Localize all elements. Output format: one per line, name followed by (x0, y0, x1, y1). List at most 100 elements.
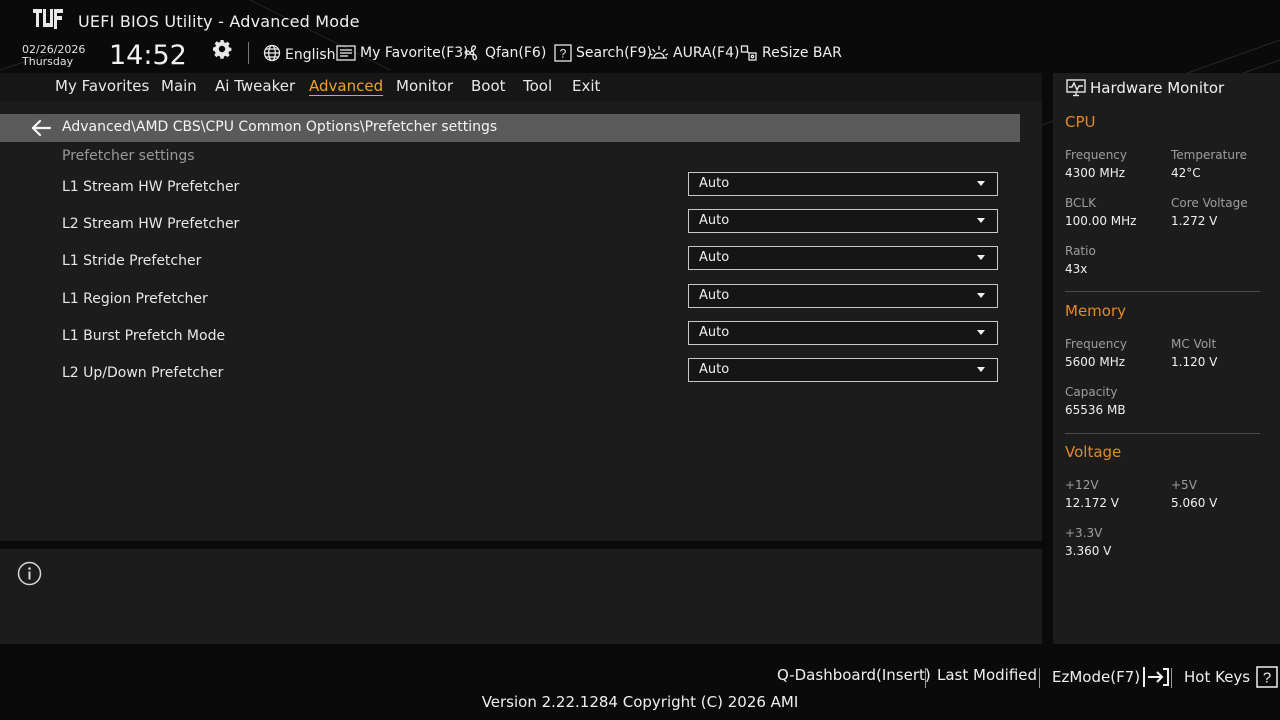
footer-divider (1039, 668, 1040, 688)
time-display: 14:52 (109, 40, 187, 71)
ratio-value: 43x (1065, 262, 1088, 276)
date-display: 02/26/2026 Thursday (22, 44, 85, 68)
info-icon (17, 561, 42, 586)
tab-tool[interactable]: Tool (523, 77, 552, 95)
setting-dropdown[interactable]: Auto (688, 358, 998, 382)
version-text: Version 2.22.1284 Copyright (C) 2026 AMI (481, 693, 799, 711)
main-nav: My Favorites Main Ai Tweaker Advanced Mo… (0, 73, 1042, 102)
memory-frequency-value: 5600 MHz (1065, 355, 1126, 369)
v5-value: 5.060 V (1171, 496, 1218, 510)
mc-volt-label: MC Volt (1171, 337, 1217, 351)
cpu-temperature-label: Temperature (1171, 148, 1248, 162)
footer-divider (925, 668, 926, 688)
setting-label: L1 Stream HW Prefetcher (62, 179, 240, 195)
v33-label: +3.3V (1065, 526, 1103, 540)
search-label: Search(F9) (576, 45, 652, 61)
footer-divider (1171, 668, 1172, 688)
search-button[interactable]: ? Search(F9) (554, 42, 652, 64)
fan-icon (464, 45, 478, 61)
q-dashboard-button[interactable]: Q-Dashboard(Insert) (777, 666, 931, 684)
tab-my-favorites[interactable]: My Favorites (55, 77, 149, 95)
cpu-section-title: CPU (1065, 113, 1096, 131)
setting-dropdown[interactable]: Auto (688, 284, 998, 308)
section-divider (1065, 433, 1260, 434)
section-title: Prefetcher settings (62, 148, 195, 164)
last-modified-button[interactable]: Last Modified (937, 666, 1037, 684)
hardware-monitor-title: Hardware Monitor (1090, 79, 1225, 97)
cpu-temperature-value: 42°C (1171, 166, 1201, 180)
dropdown-value: Auto (699, 250, 730, 265)
svg-text:?: ? (1263, 670, 1271, 687)
setting-label: L1 Region Prefetcher (62, 291, 208, 307)
aura-light-icon (649, 46, 669, 59)
core-voltage-label: Core Voltage (1171, 196, 1248, 210)
ezmode-button[interactable]: EzMode(F7) (1052, 666, 1170, 688)
search-help-icon: ? (554, 44, 572, 62)
tuf-logo (33, 9, 63, 29)
aura-button[interactable]: AURA(F4) (649, 42, 739, 64)
app-title: UEFI BIOS Utility - Advanced Mode (78, 12, 360, 31)
language-label: English (285, 47, 336, 63)
toolbar-divider (248, 42, 249, 64)
dropdown-value: Auto (699, 176, 730, 191)
caret-down-icon (977, 367, 985, 372)
my-favorite-label: My Favorite(F3) (360, 45, 469, 61)
v12-value: 12.172 V (1065, 496, 1120, 510)
weekday-text: Thursday (22, 55, 74, 68)
caret-down-icon (977, 293, 985, 298)
v12-label: +12V (1065, 478, 1099, 492)
exit-to-ezmode-icon (1143, 667, 1170, 687)
caret-down-icon (977, 181, 985, 186)
svg-text:?: ? (560, 47, 567, 61)
monitor-icon (1066, 79, 1086, 97)
ratio-label: Ratio (1065, 244, 1096, 258)
mc-volt-value: 1.120 V (1171, 355, 1218, 369)
setting-dropdown[interactable]: Auto (688, 321, 998, 345)
dropdown-value: Auto (699, 362, 730, 377)
gear-icon[interactable] (212, 39, 232, 59)
favorite-list-icon (336, 45, 356, 61)
tab-ai-tweaker[interactable]: Ai Tweaker (215, 77, 295, 95)
qfan-button[interactable]: Qfan(F6) (463, 42, 546, 64)
cpu-frequency-value: 4300 MHz (1065, 166, 1126, 180)
hot-keys-button[interactable]: Hot Keys ? (1184, 666, 1278, 688)
v5-label: +5V (1171, 478, 1197, 492)
setting-dropdown[interactable]: Auto (688, 246, 998, 270)
v33-value: 3.360 V (1065, 544, 1112, 558)
setting-row: L2 Up/Down Prefetcher Auto (0, 358, 1042, 402)
cpu-frequency-label: Frequency (1065, 148, 1127, 162)
resize-bar-label: ReSize BAR (762, 45, 842, 61)
caret-down-icon (977, 255, 985, 260)
tab-boot[interactable]: Boot (471, 77, 506, 95)
setting-label: L2 Stream HW Prefetcher (62, 216, 240, 232)
setting-dropdown[interactable]: Auto (688, 209, 998, 233)
settings-panel: Advanced\AMD CBS\CPU Common Options\Pref… (0, 102, 1042, 541)
resize-bar-icon (740, 45, 757, 61)
setting-label: L1 Stride Prefetcher (62, 253, 202, 269)
section-divider (1065, 291, 1260, 292)
tab-monitor[interactable]: Monitor (396, 77, 453, 95)
memory-frequency-label: Frequency (1065, 337, 1127, 351)
resize-bar-button[interactable]: ReSize BAR (740, 42, 842, 64)
setting-label: L2 Up/Down Prefetcher (62, 365, 224, 381)
memory-section-title: Memory (1065, 302, 1127, 320)
tab-main[interactable]: Main (161, 77, 197, 95)
help-panel (0, 549, 1042, 644)
tab-advanced[interactable]: Advanced (309, 77, 383, 95)
capacity-label: Capacity (1065, 385, 1118, 399)
capacity-value: 65536 MB (1065, 403, 1126, 417)
hot-keys-help-icon: ? (1256, 666, 1278, 688)
my-favorite-button[interactable]: My Favorite(F3) (336, 42, 469, 64)
hot-keys-label: Hot Keys (1184, 668, 1251, 686)
back-arrow-icon[interactable] (30, 118, 52, 138)
aura-label: AURA(F4) (673, 45, 740, 61)
voltage-section-title: Voltage (1065, 443, 1122, 461)
tab-exit[interactable]: Exit (572, 77, 600, 95)
setting-label: L1 Burst Prefetch Mode (62, 328, 226, 344)
breadcrumb-bar: Advanced\AMD CBS\CPU Common Options\Pref… (0, 114, 1020, 142)
language-button[interactable]: English (263, 42, 336, 64)
qfan-label: Qfan(F6) (485, 45, 547, 61)
caret-down-icon (977, 330, 985, 335)
setting-dropdown[interactable]: Auto (688, 172, 998, 196)
globe-icon (263, 44, 281, 62)
